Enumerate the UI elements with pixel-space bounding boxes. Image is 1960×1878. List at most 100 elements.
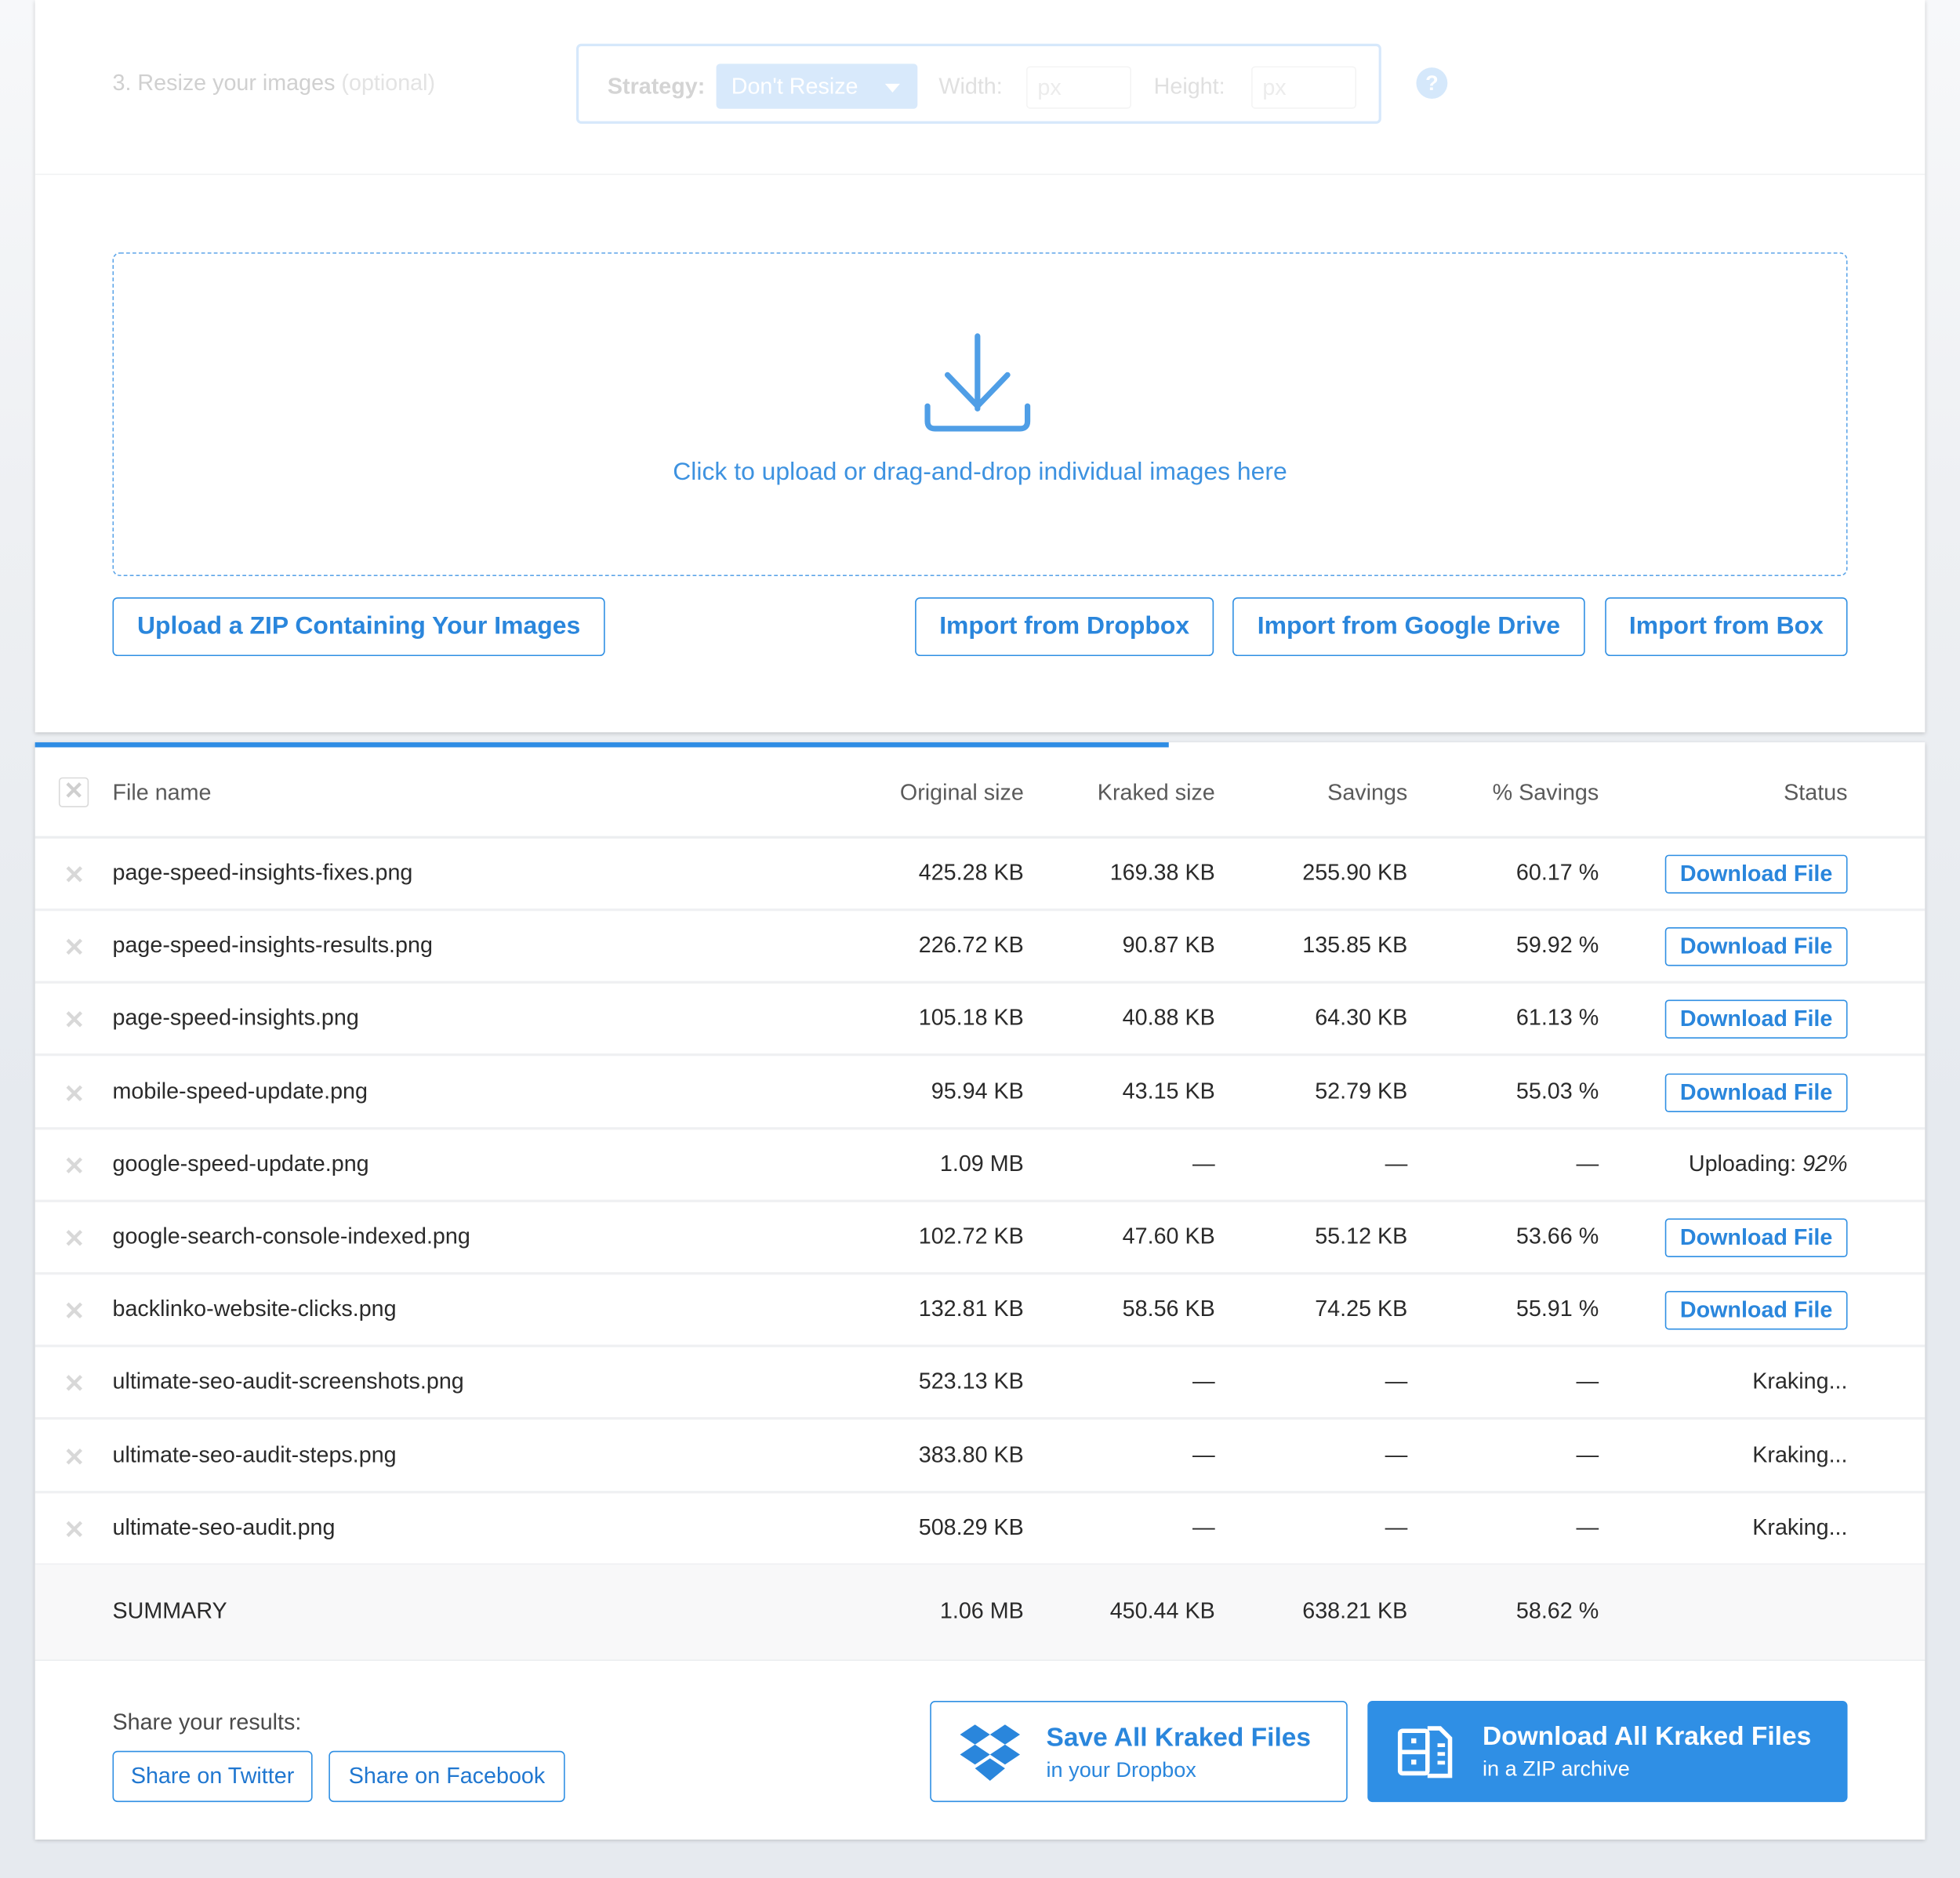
savings: 74.25 KB — [1315, 1296, 1408, 1321]
save-all-subtitle: in your Dropbox — [1046, 1758, 1196, 1782]
download-file-button[interactable]: Download File — [1664, 1291, 1848, 1330]
original-size: 105.18 KB — [918, 1005, 1024, 1031]
header-original-size: Original size — [899, 779, 1024, 805]
kraked-size: 47.60 KB — [1122, 1223, 1215, 1249]
summary-kraked: 450.44 KB — [1109, 1598, 1215, 1624]
table-row: ✕ page-speed-insights-fixes.png 425.28 KB 1… — [34, 839, 1926, 912]
kraked-size: — — [1192, 1441, 1215, 1467]
optional-label: (optional) — [341, 70, 436, 96]
file-name: ultimate-seo-audit-screenshots.png — [112, 1369, 464, 1394]
savings: — — [1385, 1514, 1408, 1539]
original-size: 1.09 MB — [939, 1151, 1024, 1176]
file-name: backlinko-website-clicks.png — [112, 1296, 397, 1321]
savings: — — [1385, 1441, 1408, 1467]
original-size: 102.72 KB — [918, 1223, 1024, 1249]
remove-file-icon[interactable]: ✕ — [64, 1441, 85, 1473]
file-name: mobile-speed-update.png — [112, 1078, 368, 1104]
save-all-dropbox-button[interactable]: Save All Kraked Files in your Dropbox — [930, 1700, 1348, 1803]
remove-file-icon[interactable]: ✕ — [64, 1369, 85, 1400]
import-box-button[interactable]: Import from Box — [1605, 597, 1848, 657]
savings: 135.85 KB — [1302, 932, 1408, 958]
height-label: Height: — [1153, 74, 1225, 99]
original-size: 383.80 KB — [918, 1441, 1024, 1467]
share-facebook-button[interactable]: Share on Facebook — [328, 1750, 565, 1803]
download-file-button[interactable]: Download File — [1664, 1072, 1848, 1112]
download-file-button[interactable]: Download File — [1664, 854, 1848, 894]
summary-pct-savings: 58.62 % — [1515, 1598, 1599, 1624]
remove-file-icon[interactable]: ✕ — [64, 1151, 85, 1182]
table-row: ✕ mobile-speed-update.png 95.94 KB 43.15 KB… — [34, 1057, 1926, 1129]
upload-status-label: Uploading: — [1688, 1151, 1797, 1176]
table-row: ✕ ultimate-seo-audit-screenshots.png 523.1… — [34, 1347, 1926, 1420]
kraked-size: — — [1192, 1514, 1215, 1539]
remove-file-icon[interactable]: ✕ — [64, 1006, 85, 1037]
original-size: 95.94 KB — [931, 1078, 1024, 1104]
pct-savings: 60.17 % — [1515, 859, 1599, 885]
upload-zip-button[interactable]: Upload a ZIP Containing Your Images — [112, 597, 605, 657]
summary-original: 1.06 MB — [939, 1598, 1024, 1624]
strategy-value: Don't Resize — [731, 74, 858, 99]
remove-file-icon[interactable]: ✕ — [64, 860, 85, 891]
import-google-drive-button[interactable]: Import from Google Drive — [1232, 597, 1585, 657]
dropzone-text: Click to upload or drag-and-drop individ… — [673, 459, 1287, 487]
remove-file-icon[interactable]: ✕ — [64, 1296, 85, 1328]
width-input[interactable]: px — [1026, 66, 1131, 109]
dropzone[interactable]: Click to upload or drag-and-drop individ… — [112, 252, 1848, 577]
download-file-button[interactable]: Download File — [1664, 927, 1848, 966]
table-row: ✕ ultimate-seo-audit.png 508.29 KB — — — Kraki… — [34, 1493, 1926, 1566]
file-name: google-search-console-indexed.png — [112, 1223, 470, 1249]
resize-step-title: 3. Resize your images — [112, 70, 336, 96]
header-file-name: File name — [112, 779, 212, 805]
file-name: ultimate-seo-audit-steps.png — [112, 1441, 397, 1467]
download-file-button[interactable]: Download File — [1664, 1218, 1848, 1257]
header-pct-savings: % Savings — [1492, 779, 1599, 805]
header-status: Status — [1784, 779, 1848, 805]
page: 3. Resize your images (optional) Strateg… — [0, 0, 1960, 1878]
remove-file-icon[interactable]: ✕ — [64, 1224, 85, 1255]
kraking-status: Kraking... — [1752, 1441, 1848, 1467]
remove-file-icon[interactable]: ✕ — [64, 1078, 85, 1109]
strategy-select[interactable]: Don't Resize — [716, 63, 918, 109]
height-input[interactable]: px — [1250, 66, 1356, 109]
kraking-status: Kraking... — [1752, 1514, 1848, 1539]
remove-all-checkbox[interactable]: ✕ — [58, 777, 89, 807]
pct-savings: — — [1576, 1514, 1599, 1539]
remove-file-icon[interactable]: ✕ — [64, 1514, 85, 1546]
strategy-label: Strategy: — [607, 74, 706, 99]
remove-file-icon[interactable]: ✕ — [64, 933, 85, 964]
savings: 255.90 KB — [1302, 859, 1408, 885]
original-size: 508.29 KB — [918, 1514, 1024, 1539]
share-twitter-button[interactable]: Share on Twitter — [112, 1750, 313, 1803]
table-row: ✕ ultimate-seo-audit-steps.png 383.80 KB — —… — [34, 1420, 1926, 1493]
pct-savings: 53.66 % — [1515, 1223, 1599, 1249]
original-size: 425.28 KB — [918, 859, 1024, 885]
file-name: ultimate-seo-audit.png — [112, 1514, 336, 1539]
savings: 64.30 KB — [1315, 1005, 1408, 1031]
download-all-subtitle: in a ZIP archive — [1482, 1757, 1630, 1782]
savings: 52.79 KB — [1315, 1078, 1408, 1104]
table-row: ✕ page-speed-insights.png 105.18 KB 40.88 K… — [34, 984, 1926, 1057]
summary-label: SUMMARY — [112, 1598, 227, 1624]
width-label: Width: — [938, 74, 1003, 99]
pct-savings: 55.03 % — [1515, 1078, 1599, 1104]
download-all-zip-button[interactable]: Download All Kraked Files in a ZIP archi… — [1367, 1700, 1848, 1803]
file-name: page-speed-insights-results.png — [112, 932, 433, 958]
kraked-size: 169.38 KB — [1109, 859, 1215, 885]
results-card: ✕ File name Original size Kraked size Sa… — [34, 742, 1926, 1840]
download-file-button[interactable]: Download File — [1664, 1000, 1848, 1039]
table-row: ✕ google-search-console-indexed.png 102.72… — [34, 1202, 1926, 1275]
import-dropbox-button[interactable]: Import from Dropbox — [915, 597, 1214, 657]
table-header: ✕ File name Original size Kraked size Sa… — [34, 747, 1926, 839]
download-tray-icon — [924, 333, 1031, 432]
pct-savings: 55.91 % — [1515, 1296, 1599, 1321]
original-size: 132.81 KB — [918, 1296, 1024, 1321]
help-icon[interactable]: ? — [1416, 67, 1448, 99]
file-name: google-speed-update.png — [112, 1151, 369, 1176]
resize-section: 3. Resize your images (optional) Strateg… — [34, 0, 1926, 176]
savings: — — [1385, 1151, 1408, 1176]
pct-savings: 61.13 % — [1515, 1005, 1599, 1031]
pct-savings: — — [1576, 1441, 1599, 1467]
file-name: page-speed-insights-fixes.png — [112, 859, 413, 885]
table-row: ✕ google-speed-update.png 1.09 MB — — — Upload… — [34, 1129, 1926, 1202]
pct-savings: — — [1576, 1369, 1599, 1394]
